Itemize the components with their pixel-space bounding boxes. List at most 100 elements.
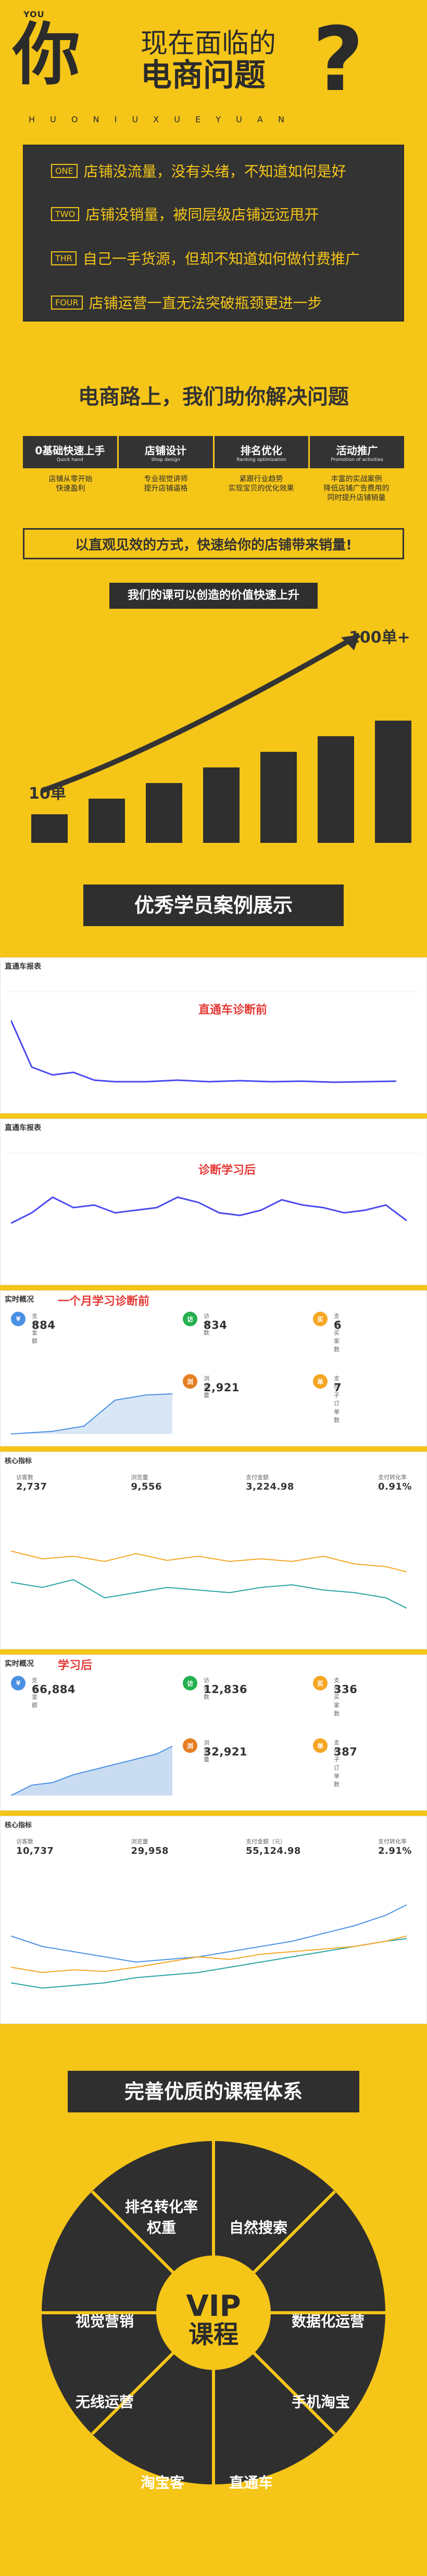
kpi-value: 387 — [334, 1746, 358, 1758]
kpi-icon: 浏 — [183, 1374, 197, 1389]
problem-tag: ONE — [51, 163, 78, 178]
realtime-mini-chart — [11, 1393, 173, 1434]
wheel-center: VIP 课程 — [156, 2292, 271, 2349]
core-label: 浏览量 — [131, 1474, 148, 1481]
core-item: 支付转化率 2.91% — [378, 1837, 412, 1856]
kpi-value: 12,836 — [204, 1683, 248, 1696]
kpi-item: 买 支付买家数 336 — [313, 1676, 357, 1717]
kpi-box: ¥ 支付金额 66,884 访 访客数 12,836 买 支付买家数 336 浏… — [11, 1676, 417, 1806]
panel-label: 一个月学习诊断前 — [58, 1295, 150, 1308]
kpi-value: 2,921 — [204, 1381, 240, 1394]
kpi-item: 浏 浏览量 32,921 — [183, 1738, 247, 1763]
help-desc-line: 专业视觉讲师 — [144, 475, 188, 483]
core-label: 支付转化率 — [378, 1838, 407, 1845]
kpi-icon: 单 — [313, 1374, 328, 1389]
problem-item: THR 自己一手货源，但却不知道如何做付费推广 — [51, 248, 360, 268]
growth-bar — [260, 752, 297, 843]
kpi-value: 66,884 — [32, 1683, 76, 1696]
help-desc-line: 快速盈利 — [56, 484, 85, 493]
panel-core-before: 核心指标 访客数 2,737 浏览量 9,556 支付金额 3,224.98 支… — [0, 1452, 427, 1649]
problem-tag: THR — [51, 251, 77, 265]
system-title: 完善优质的课程体系 — [68, 2071, 359, 2112]
kpi-label: 支付买家数 — [334, 1677, 340, 1717]
help-tab-sub: Ranking optimization — [236, 457, 286, 463]
problem-text: 店铺没销量，被同层级店铺远远甩开 — [85, 206, 319, 223]
help-tab-sub: Promotion of activities — [331, 457, 383, 463]
growth-bar — [375, 721, 411, 843]
kpi-item: 单 支付子订单数 7 — [313, 1374, 342, 1424]
help-desc-row: 店铺从零开始 快速盈利 专业视觉讲师 提升店铺逼格 紧跟行业趋势 实现宝贝的优化… — [23, 475, 404, 503]
core-label: 访客数 — [16, 1838, 33, 1845]
growth-bar — [89, 799, 125, 843]
kpi-icon: ¥ — [11, 1676, 26, 1690]
growth-bar — [318, 736, 354, 843]
core-value: 9,556 — [131, 1481, 162, 1492]
core-value: 29,958 — [131, 1846, 169, 1856]
hero-problems-box: ONE 店铺没流量，没有头绪，不知道如何是好 TWO 店铺没销量，被同层级店铺远… — [23, 145, 404, 322]
core-item: 浏览量 29,958 — [131, 1837, 169, 1856]
core-row: 访客数 2,737 浏览量 9,556 支付金额 3,224.98 支付转化率 … — [16, 1473, 412, 1492]
core-label: 访客数 — [16, 1474, 33, 1481]
help-desc-line: 同时提升店铺销量 — [327, 494, 386, 502]
kpi-item: 访 访客数 834 — [183, 1312, 227, 1336]
help-desc-line: 提升店铺逼格 — [144, 484, 188, 493]
kpi-icon: 买 — [313, 1676, 328, 1690]
wheel-seg: 自然搜索 — [229, 2219, 288, 2236]
wheel-seg: 淘宝客 — [141, 2474, 185, 2491]
kpi-item: ¥ 支付金额 66,884 — [11, 1676, 76, 1709]
help-tab: 店铺设计 Shop design — [118, 436, 215, 468]
help-title: 电商路上，我们助你解决问题 — [78, 385, 349, 409]
kpi-icon: ¥ — [11, 1312, 26, 1326]
wheel-seg: 手机淘宝 — [292, 2393, 350, 2411]
hero-pinyin: H U O N I U X U E Y U A N — [29, 114, 291, 124]
core-row: 访客数 10,737 浏览量 29,958 支付金额（元） 55,124.98 … — [16, 1837, 412, 1856]
system-section: 完善优质的课程体系 VIP 课程 排名转化率 权重 自然搜索 数据化运营 手机淘… — [0, 2029, 427, 2576]
realtime-after-mini-chart — [11, 1746, 173, 1796]
panel-label: 诊断学习后 — [198, 1164, 256, 1177]
panel-zhitongche-before: 直通车报表 直通车诊断前 — [0, 957, 427, 1113]
core-item: 浏览量 9,556 — [131, 1473, 162, 1492]
core-label: 浏览量 — [131, 1838, 148, 1845]
growth-bar — [203, 767, 240, 843]
help-desc: 紧跟行业趋势 实现宝贝的优化效果 — [214, 475, 309, 503]
help-tab: 排名优化 Ranking optimization — [214, 436, 310, 468]
kpi-item: 访 访客数 12,836 — [183, 1676, 247, 1700]
kpi-value: 884 — [32, 1319, 56, 1331]
help-tab-sub: Quick hand — [56, 457, 83, 463]
wheel-seg: 数据化运营 — [292, 2313, 365, 2330]
help-desc: 丰富的实战案例 降低店铺广告费用的 同时提升店铺销量 — [309, 475, 404, 503]
panel-title: 直通车报表 — [5, 963, 41, 971]
core-label: 支付金额 — [246, 1474, 269, 1481]
problem-tag: TWO — [51, 207, 80, 221]
core-label: 支付金额（元） — [246, 1838, 286, 1845]
kpi-item: 单 支付子订单数 387 — [313, 1738, 357, 1788]
help-tab: 0基础快速上手 Quick hand — [23, 436, 119, 468]
core-value: 0.91% — [378, 1481, 412, 1492]
panel-title: 核心指标 — [5, 1822, 32, 1829]
kpi-icon: 访 — [183, 1676, 197, 1690]
kpi-item: 买 支付买家数 6 — [313, 1312, 342, 1353]
panel-title: 实时概况 — [5, 1660, 34, 1668]
help-desc-line: 店铺从零开始 — [48, 475, 93, 483]
panel-realtime-before: 实时概况 一个月学习诊断前 ¥ 支付金额 884 访 访客数 834 买 支付买… — [0, 1290, 427, 1446]
help-desc-line: 紧跟行业趋势 — [239, 475, 283, 483]
cases-header: 优秀学员案例展示 — [0, 864, 427, 957]
kpi-icon: 单 — [313, 1738, 328, 1753]
problem-text: 店铺没流量，没有头绪，不知道如何是好 — [83, 163, 346, 180]
kpi-item: 浏 浏览量 2,921 — [183, 1374, 239, 1399]
wheel-seg: 视觉营销 — [76, 2313, 134, 2330]
kpi-box: ¥ 支付金额 884 访 访客数 834 买 支付买家数 6 浏 浏览量 2,9… — [11, 1312, 417, 1442]
core-value: 2,737 — [16, 1481, 47, 1492]
core-before-chart — [11, 1550, 407, 1609]
core-item: 支付金额（元） 55,124.98 — [246, 1837, 301, 1856]
help-desc: 专业视觉讲师 提升店铺逼格 — [118, 475, 214, 503]
kpi-icon: 访 — [183, 1312, 197, 1326]
wheel-center-line2: 课程 — [188, 2320, 238, 2349]
hero-section: YOU 你 现在面临的 电商问题 ? H U O N I U X U E Y U… — [0, 0, 427, 338]
panel-label: 学习后 — [58, 1659, 93, 1672]
panel-tabs — [5, 1135, 421, 1154]
growth-bar — [31, 814, 68, 843]
after-chart — [11, 1196, 407, 1224]
wheel-seg: 直通车 — [229, 2474, 273, 2491]
core-after-chart — [11, 1904, 407, 1989]
